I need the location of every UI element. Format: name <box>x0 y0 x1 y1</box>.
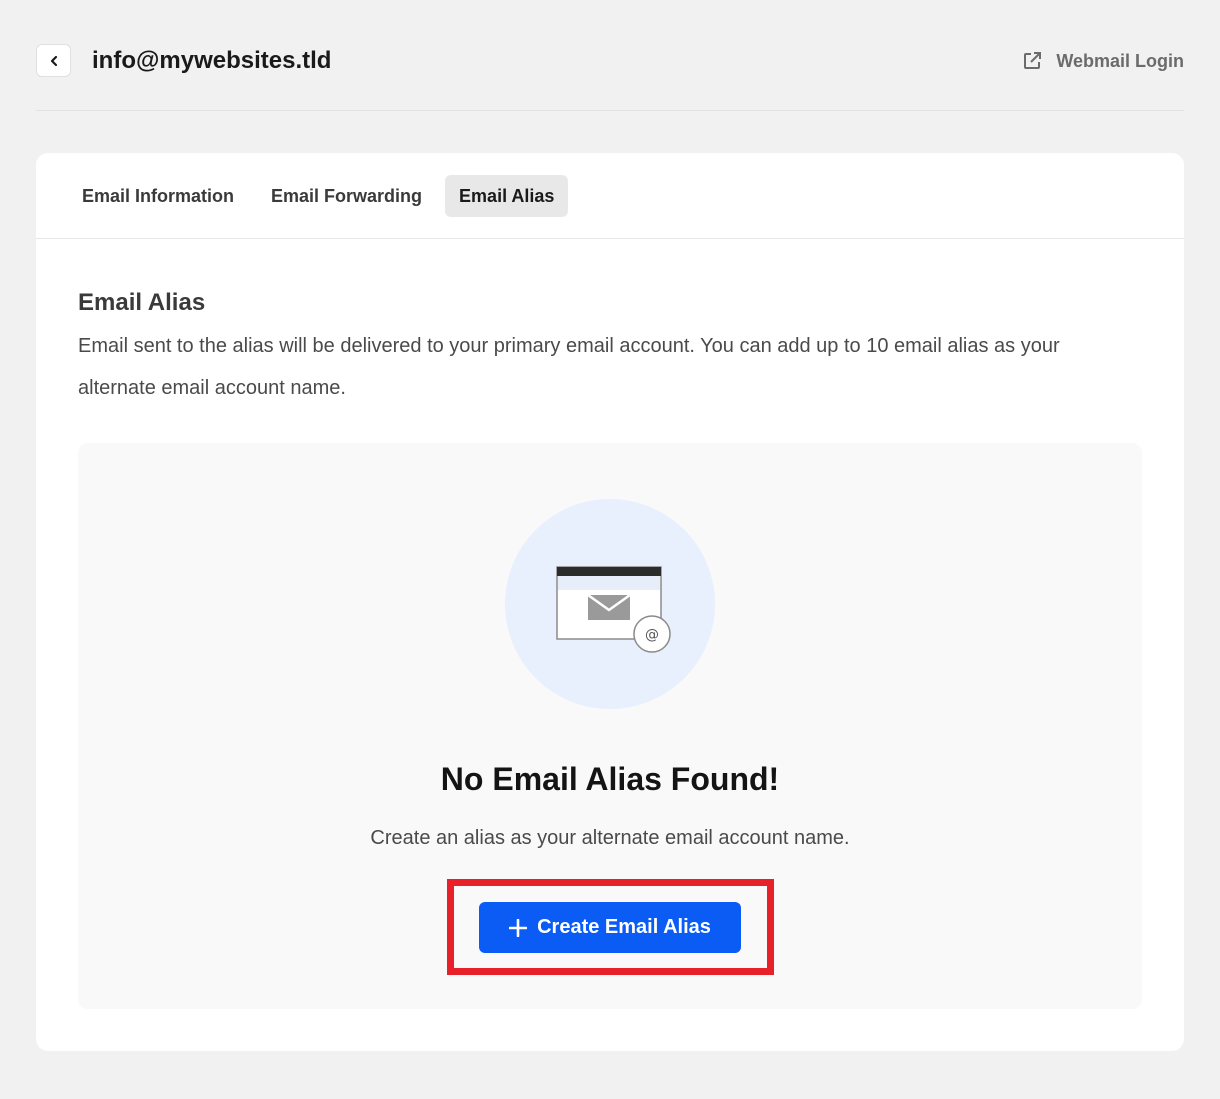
page-title: info@mywebsites.tld <box>92 47 332 74</box>
chevron-left-icon <box>50 55 57 66</box>
empty-state: @ No Email Alias Found! Create an alias … <box>78 443 1142 1009</box>
page-header: info@mywebsites.tld Webmail Login <box>36 0 1184 111</box>
back-button[interactable] <box>36 44 71 77</box>
plus-icon <box>509 918 528 937</box>
webmail-login-label: Webmail Login <box>1056 50 1184 71</box>
create-email-alias-button[interactable]: Create Email Alias <box>479 902 741 953</box>
empty-state-title: No Email Alias Found! <box>440 761 780 797</box>
email-details-card: Email Information Email Forwarding Email… <box>36 153 1184 1051</box>
tab-bar: Email Information Email Forwarding Email… <box>36 153 1184 239</box>
section-description: Email sent to the alias will be delivere… <box>78 335 1060 399</box>
webmail-login-link[interactable]: Webmail Login <box>1022 48 1184 74</box>
email-alias-icon: @ <box>556 566 671 653</box>
empty-state-description: Create an alias as your alternate email … <box>370 827 850 849</box>
section-title: Email Alias <box>78 289 206 316</box>
external-link-icon <box>1024 52 1042 69</box>
at-symbol: @ <box>645 627 659 643</box>
email-alias-illustration: @ <box>505 499 715 709</box>
tab-email-alias[interactable]: Email Alias <box>445 174 569 217</box>
tab-email-information[interactable]: Email Information <box>68 175 248 217</box>
create-email-alias-label: Create Email Alias <box>537 916 711 938</box>
tab-email-forwarding[interactable]: Email Forwarding <box>257 175 436 217</box>
